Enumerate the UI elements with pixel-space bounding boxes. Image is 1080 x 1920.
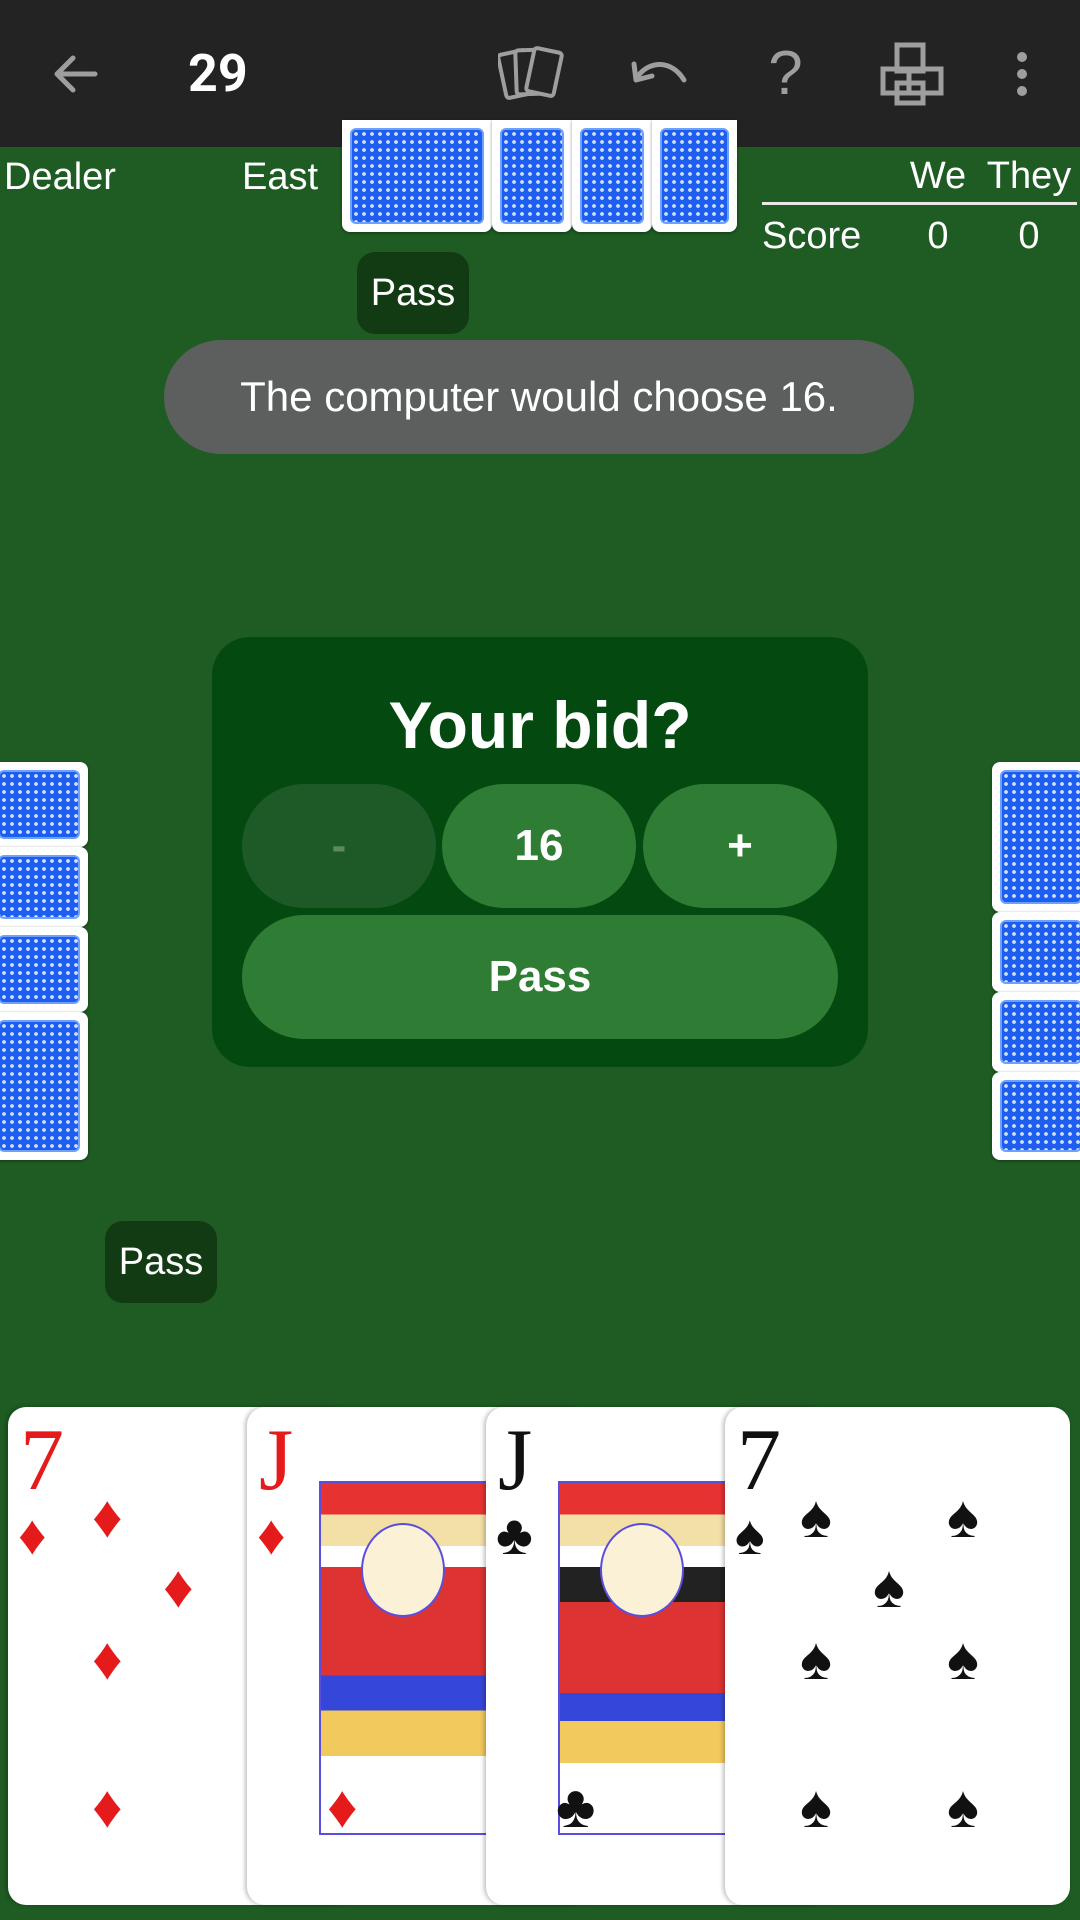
bid-dialog-title: Your bid?	[388, 688, 692, 762]
spade-icon: ♠	[800, 1625, 832, 1692]
diamond-icon: ♦	[18, 1503, 47, 1566]
diamond-icon: ♦	[92, 1773, 123, 1840]
decrease-bid-button[interactable]: -	[242, 784, 436, 908]
card-rank: J	[498, 1412, 533, 1509]
card-rank: J	[259, 1412, 294, 1509]
east-label: East	[242, 156, 319, 198]
we-header: We	[909, 155, 967, 197]
score-header-row: We They	[762, 155, 1077, 205]
seven-of-spades-card[interactable]: 7 ♠ ♠ ♠ ♠ ♠ ♠ ♠ ♠	[725, 1407, 1070, 1905]
they-header: They	[986, 155, 1072, 197]
club-icon: ♣	[556, 1773, 596, 1840]
club-icon: ♣	[496, 1503, 533, 1566]
spade-icon: ♠	[873, 1553, 905, 1620]
pass-button[interactable]: Pass	[242, 915, 838, 1039]
card-back	[992, 1072, 1080, 1160]
card-rank: 7	[20, 1412, 64, 1509]
diamond-icon: ♦	[327, 1773, 358, 1840]
north-bid-chip: Pass	[357, 252, 469, 334]
spade-icon: ♠	[947, 1773, 979, 1840]
card-back	[992, 762, 1080, 912]
score-they-value: 0	[1018, 215, 1040, 257]
hint-toast: The computer would choose 16.	[164, 340, 914, 454]
help-icon[interactable]: ?	[748, 0, 823, 147]
diamond-icon: ♦	[92, 1625, 123, 1692]
dealer-label: Dealer	[4, 156, 116, 198]
card-back	[492, 120, 572, 232]
card-back	[992, 912, 1080, 992]
spade-icon: ♠	[800, 1483, 832, 1550]
card-back	[342, 120, 492, 232]
game-title: 29	[188, 43, 248, 104]
back-arrow-icon[interactable]	[40, 0, 110, 147]
diamond-icon: ♦	[92, 1483, 123, 1550]
bid-value-button[interactable]: 16	[442, 784, 636, 908]
card-back	[0, 927, 88, 1012]
card-back	[572, 120, 652, 232]
layout-icon[interactable]	[872, 0, 952, 147]
card-back	[0, 847, 88, 927]
card-rank: 7	[737, 1412, 781, 1509]
score-table: We They Score 0 0	[762, 155, 1077, 258]
score-we-value: 0	[927, 215, 949, 257]
spade-icon: ♠	[947, 1625, 979, 1692]
west-bid-chip: Pass	[105, 1221, 217, 1303]
more-vert-icon[interactable]	[1000, 0, 1044, 147]
score-row: Score 0 0	[762, 215, 1077, 258]
spade-icon: ♠	[735, 1503, 765, 1566]
diamond-icon: ♦	[257, 1503, 286, 1566]
increase-bid-button[interactable]: +	[643, 784, 837, 908]
card-back	[992, 992, 1080, 1072]
card-back	[0, 762, 88, 847]
card-back	[0, 1012, 88, 1160]
spade-icon: ♠	[947, 1483, 979, 1550]
spade-icon: ♠	[800, 1773, 832, 1840]
card-back	[652, 120, 737, 232]
diamond-icon: ♦	[163, 1553, 194, 1620]
bid-dialog: Your bid? - 16 + Pass	[212, 637, 868, 1067]
score-label: Score	[762, 215, 862, 257]
